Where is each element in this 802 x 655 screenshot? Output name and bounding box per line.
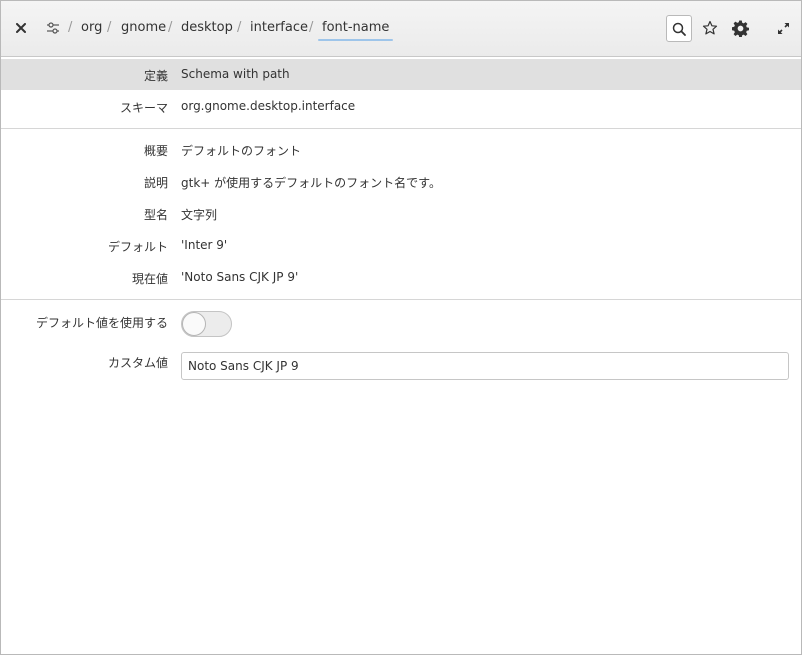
- definition-value: Schema with path: [181, 67, 290, 81]
- fullscreen-button[interactable]: [769, 14, 797, 42]
- breadcrumb-separator: /: [309, 20, 314, 35]
- custom-value-input[interactable]: Noto Sans CJK JP 9: [181, 352, 789, 380]
- close-button[interactable]: [7, 14, 35, 42]
- description-label: 説明: [143, 176, 168, 190]
- use-default-switch[interactable]: [181, 311, 232, 337]
- section-divider: [1, 299, 801, 300]
- type-value: 文字列: [181, 208, 218, 222]
- custom-value-label: カスタム値: [107, 356, 168, 370]
- schema-row: スキーマ org.gnome.desktop.interface: [1, 91, 801, 122]
- breadcrumb-org[interactable]: org: [81, 20, 102, 35]
- default-value: 'Inter 9': [181, 238, 228, 252]
- star-icon: [702, 20, 718, 35]
- breadcrumb-interface[interactable]: interface: [250, 20, 308, 35]
- header-bar: / org / gnome / desktop / interface / fo…: [1, 1, 801, 57]
- breadcrumb-gnome[interactable]: gnome: [121, 20, 166, 35]
- default-label: デフォルト: [107, 240, 168, 254]
- summary-label: 概要: [143, 144, 168, 158]
- breadcrumb-desktop[interactable]: desktop: [181, 20, 233, 35]
- close-icon: [16, 23, 26, 33]
- section-divider: [1, 128, 801, 129]
- search-button[interactable]: [666, 15, 692, 42]
- type-label: 型名: [143, 208, 168, 222]
- type-row: 型名 文字列: [1, 198, 801, 229]
- definition-row: 定義 Schema with path: [1, 59, 801, 90]
- menu-button[interactable]: [726, 14, 754, 42]
- default-row: デフォルト 'Inter 9': [1, 230, 801, 261]
- breadcrumb-separator: /: [237, 20, 242, 35]
- definition-label: 定義: [143, 69, 168, 83]
- current-value-value: 'Noto Sans CJK JP 9': [181, 270, 299, 284]
- current-value-row: 現在値 'Noto Sans CJK JP 9': [1, 262, 801, 293]
- summary-value: デフォルトのフォント: [181, 144, 302, 158]
- root-settings-button[interactable]: [39, 14, 67, 42]
- breadcrumb-separator: /: [168, 20, 173, 35]
- summary-row: 概要 デフォルトのフォント: [1, 134, 801, 165]
- breadcrumb-font-name[interactable]: font-name: [317, 20, 394, 41]
- dconf-editor-window: / org / gnome / desktop / interface / fo…: [0, 0, 802, 655]
- current-value-label: 現在値: [131, 272, 168, 286]
- schema-value: org.gnome.desktop.interface: [181, 99, 356, 113]
- schema-label: スキーマ: [119, 101, 168, 115]
- gear-icon: [731, 20, 749, 37]
- breadcrumb-separator: /: [107, 20, 112, 35]
- settings-sliders-icon: [47, 22, 59, 34]
- bookmark-button[interactable]: [696, 14, 724, 42]
- fullscreen-icon: [777, 22, 789, 34]
- switch-knob: [182, 312, 206, 336]
- breadcrumb-separator: /: [68, 20, 73, 35]
- search-icon: [672, 22, 686, 36]
- description-row: 説明 gtk+ が使用するデフォルトのフォント名です。: [1, 166, 801, 197]
- description-value: gtk+ が使用するデフォルトのフォント名です。: [181, 176, 441, 190]
- use-default-label: デフォルト値を使用する: [35, 316, 168, 330]
